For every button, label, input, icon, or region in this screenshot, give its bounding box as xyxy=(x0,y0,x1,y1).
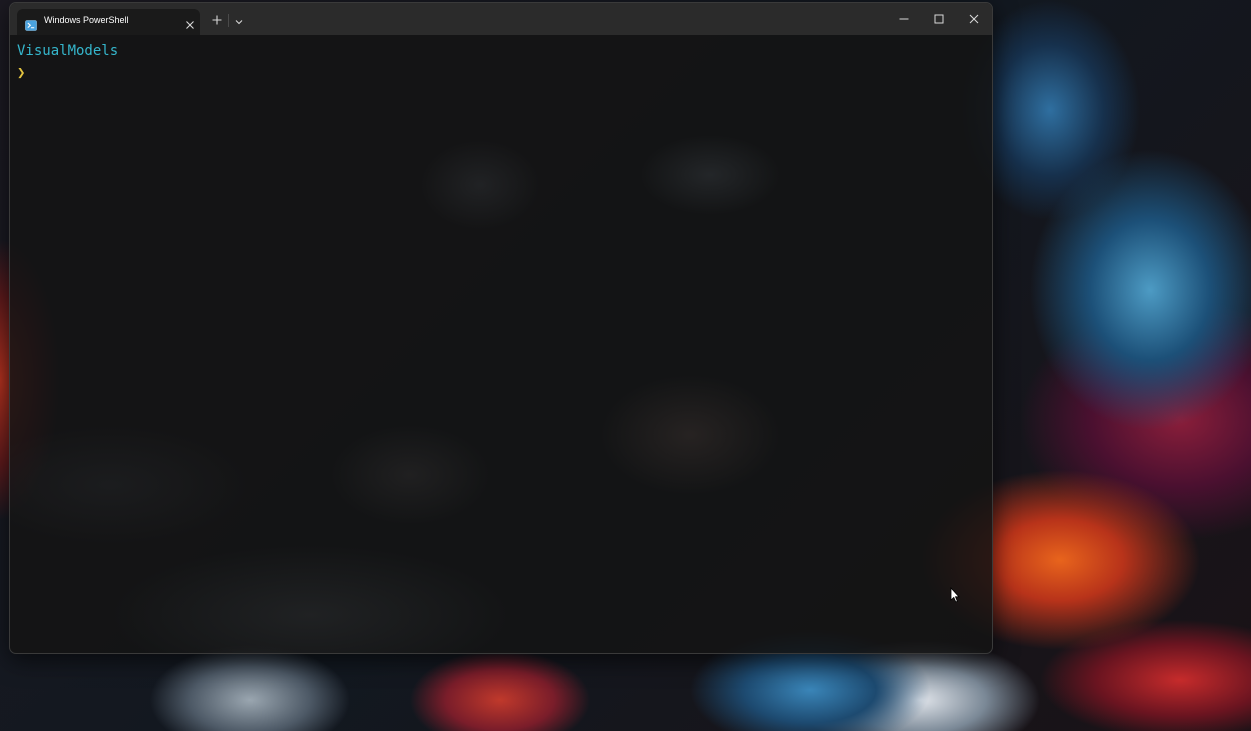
minimize-icon xyxy=(898,10,910,29)
close-icon xyxy=(968,10,980,29)
close-button[interactable] xyxy=(962,7,986,31)
tab-windows-powershell[interactable]: Windows PowerShell xyxy=(17,9,200,35)
tab-dropdown-button[interactable] xyxy=(231,11,247,29)
terminal-window: Windows PowerShell VisualModels ❯ xyxy=(9,2,993,654)
title-bar[interactable]: Windows PowerShell xyxy=(10,3,992,35)
minimize-button[interactable] xyxy=(892,7,916,31)
prompt-symbol: ❯ xyxy=(17,65,26,81)
desktop-wallpaper: Windows PowerShell VisualModels ❯ xyxy=(0,0,1251,731)
maximize-button[interactable] xyxy=(927,7,951,31)
mouse-pointer-icon xyxy=(950,586,960,603)
tab-close-icon[interactable] xyxy=(184,16,196,29)
tab-title: Windows PowerShell xyxy=(44,15,129,25)
maximize-icon xyxy=(933,10,945,29)
plus-icon xyxy=(211,11,223,30)
chevron-down-icon xyxy=(234,11,244,30)
titlebar-divider xyxy=(228,14,229,27)
current-directory-text: VisualModels xyxy=(17,43,119,59)
powershell-icon xyxy=(25,16,37,31)
terminal-output-area[interactable]: VisualModels ❯ xyxy=(10,35,992,653)
new-tab-button[interactable] xyxy=(208,11,226,29)
